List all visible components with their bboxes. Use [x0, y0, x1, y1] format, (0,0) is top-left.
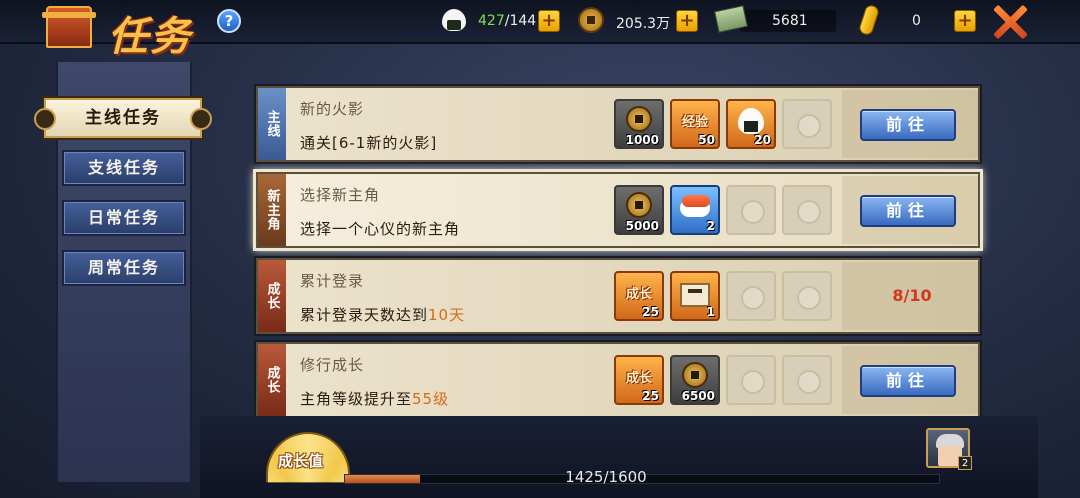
- empty-reward-slot: [782, 355, 832, 405]
- task-desc: 选择一个心仪的新主角: [300, 220, 461, 238]
- stamina-resource: 427/144 +: [440, 7, 560, 34]
- reward-item[interactable]: 6500: [670, 355, 720, 405]
- task-card: 成长 修行成长 主角等级提升至55级 成长 25 6500 前往: [256, 342, 980, 418]
- reward-item[interactable]: 经验 50: [670, 99, 720, 149]
- task-card: 新主角 选择新主角 选择一个心仪的新主角 5000 2 前往: [256, 172, 980, 248]
- reward-item[interactable]: 1000: [614, 99, 664, 149]
- task-card: 主线 新的火影 通关[6-1新的火影] 1000 经验 50 20 前往: [256, 86, 980, 162]
- exp-icon: 经验: [681, 115, 708, 130]
- rice-ball-icon: [738, 108, 764, 134]
- rice-ball-icon: [440, 7, 468, 33]
- stamina-current: 427: [478, 13, 505, 29]
- empty-reward-slot: [726, 185, 776, 235]
- task-desc: 累计登录天数达到10天: [300, 306, 466, 324]
- task-tag: 主线: [258, 88, 286, 160]
- avatar-badge: 2: [958, 456, 972, 470]
- coin-icon: [578, 7, 604, 33]
- torii-gate-icon: [42, 6, 96, 48]
- task-progress: 8/10: [892, 286, 932, 305]
- go-button[interactable]: 前往: [860, 195, 956, 227]
- task-title: 新的火影: [300, 100, 365, 118]
- growth-label: 成长值: [278, 452, 324, 470]
- go-button[interactable]: 前往: [860, 365, 956, 397]
- page-title: 任务: [108, 13, 192, 60]
- go-button[interactable]: 前往: [860, 109, 956, 141]
- coin-icon: [626, 106, 652, 132]
- stamina-max: /144: [504, 13, 537, 29]
- sushi-icon: [680, 195, 710, 217]
- reward-item[interactable]: 1: [670, 271, 720, 321]
- task-tag: 新主角: [258, 174, 286, 246]
- task-desc: 通关[6-1新的火影]: [300, 134, 438, 152]
- coin-resource: 205.3万 +: [578, 7, 698, 34]
- cash-value: 5681: [772, 13, 808, 29]
- close-button[interactable]: [990, 3, 1030, 41]
- reward-item[interactable]: 20: [726, 99, 776, 149]
- task-desc: 主角等级提升至55级: [300, 390, 450, 408]
- task-target-highlight: 55级: [412, 390, 450, 408]
- cash-resource: 5681: [714, 5, 838, 34]
- sidebar-item-main-quest[interactable]: 主线任务: [34, 98, 212, 138]
- reward-item[interactable]: 成长 25: [614, 271, 664, 321]
- scroll-icon: [680, 283, 710, 307]
- add-gold-button[interactable]: +: [954, 10, 976, 32]
- reward-item[interactable]: 2: [670, 185, 720, 235]
- reward-item[interactable]: 5000: [614, 185, 664, 235]
- coin-value: 205.3万: [616, 16, 671, 32]
- growth-progress-text: 1425/1600: [565, 468, 647, 486]
- sidebar-item-weekly-quest[interactable]: 周常任务: [62, 250, 186, 286]
- task-target-highlight: 10天: [428, 306, 466, 324]
- empty-reward-slot: [782, 99, 832, 149]
- coin-icon: [626, 192, 652, 218]
- growth-icon: 成长: [625, 371, 652, 386]
- add-coin-button[interactable]: +: [676, 10, 698, 32]
- help-button[interactable]: ?: [217, 9, 241, 33]
- add-stamina-button[interactable]: +: [538, 10, 560, 32]
- empty-reward-slot: [782, 185, 832, 235]
- sidebar-item-side-quest[interactable]: 支线任务: [62, 150, 186, 186]
- empty-reward-slot: [726, 271, 776, 321]
- sidebar-item-daily-quest[interactable]: 日常任务: [62, 200, 186, 236]
- task-title: 选择新主角: [300, 186, 381, 204]
- growth-icon: 成长: [625, 287, 652, 302]
- coin-icon: [682, 362, 708, 388]
- empty-reward-slot: [782, 271, 832, 321]
- task-tag: 成长: [258, 260, 286, 332]
- growth-progress-fill: [345, 475, 421, 483]
- task-tag: 成长: [258, 344, 286, 416]
- growth-value-badge[interactable]: 成长值: [266, 432, 350, 483]
- task-title: 累计登录: [300, 272, 365, 290]
- reward-item[interactable]: 成长 25: [614, 355, 664, 405]
- task-card: 成长 累计登录 累计登录天数达到10天 成长 25 1 8/10: [256, 258, 980, 334]
- gold-value: 0: [912, 13, 921, 29]
- task-title: 修行成长: [300, 356, 365, 374]
- gold-resource: 0 +: [856, 3, 976, 37]
- empty-reward-slot: [726, 355, 776, 405]
- task-logo: 任务: [38, 2, 208, 60]
